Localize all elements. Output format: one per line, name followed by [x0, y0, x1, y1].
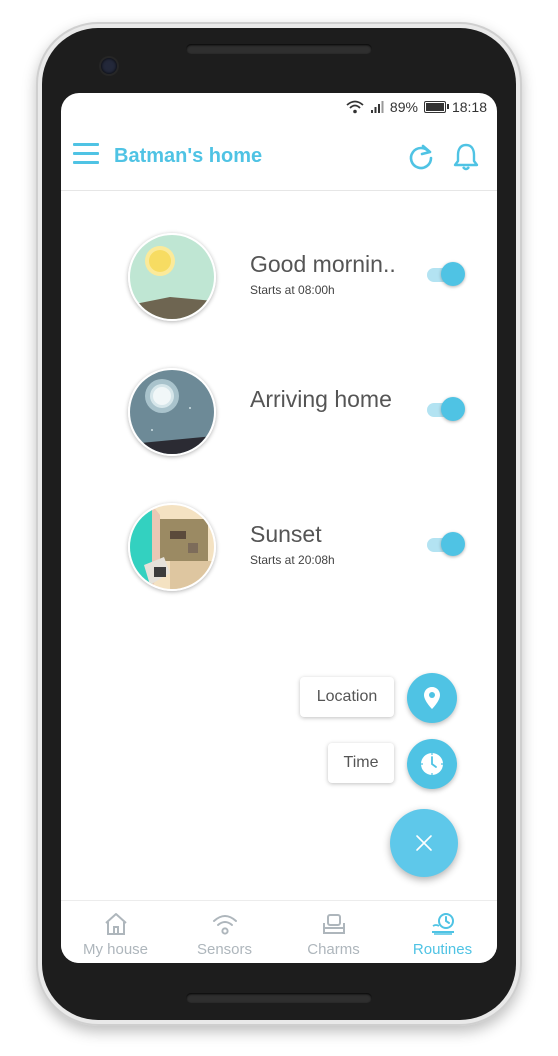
battery-icon — [423, 101, 449, 113]
routine-start-time: Starts at 08:00h — [250, 283, 335, 297]
routine-toggle[interactable] — [427, 531, 467, 557]
location-fab-button[interactable] — [407, 673, 457, 723]
living-room-sunset-thumbnail — [128, 503, 216, 591]
app-screen: 89% 18:18 Batman's home Good mornin.. St… — [61, 93, 497, 963]
earpiece-speaker — [186, 44, 372, 54]
sunny-morning-thumbnail — [128, 233, 216, 321]
routine-item-arriving-home[interactable]: Arriving home — [61, 368, 497, 458]
signal-strength-icon — [370, 101, 384, 113]
nav-label: Sensors — [196, 941, 253, 958]
clock-icon — [421, 753, 443, 775]
close-icon — [416, 835, 432, 851]
refresh-icon[interactable] — [407, 143, 435, 171]
routine-name: Sunset — [250, 521, 322, 547]
nav-item-charms[interactable]: Charms — [279, 901, 388, 963]
nav-item-routines[interactable]: Routines — [388, 901, 497, 963]
notifications-bell-icon[interactable] — [453, 142, 479, 172]
routine-item-sunset[interactable]: Sunset Starts at 20:08h — [61, 503, 497, 593]
nav-item-my-house[interactable]: My house — [61, 901, 170, 963]
wifi-icon — [213, 915, 237, 935]
sofa-icon — [323, 914, 345, 934]
routine-name: Arriving home — [250, 386, 392, 412]
close-fab-menu-button[interactable] — [390, 809, 458, 877]
bottom-navigation: My house Sensors Charms Routines — [61, 900, 497, 963]
night-moon-thumbnail — [128, 368, 216, 456]
routine-toggle[interactable] — [427, 261, 467, 287]
house-icon — [105, 913, 127, 935]
app-bar: Batman's home — [61, 123, 497, 191]
location-option-label[interactable]: Location — [300, 677, 394, 717]
nav-label: Routines — [412, 941, 473, 958]
nav-label: My house — [82, 941, 149, 958]
hamburger-menu-icon[interactable] — [73, 143, 99, 165]
routine-item-good-morning[interactable]: Good mornin.. Starts at 08:00h — [61, 233, 497, 323]
status-bar: 89% 18:18 — [61, 93, 497, 123]
time-option-label[interactable]: Time — [328, 743, 394, 783]
routine-name: Good mornin.. — [250, 251, 396, 277]
nav-label: Charms — [307, 941, 360, 958]
routine-clock-icon — [432, 913, 454, 935]
bottom-speaker — [186, 993, 372, 1003]
routine-start-time: Starts at 20:08h — [250, 553, 335, 567]
status-time: 18:18 — [451, 99, 487, 115]
page-title: Batman's home — [114, 145, 263, 167]
location-pin-icon — [424, 687, 440, 709]
wifi-status-icon — [346, 100, 364, 114]
front-camera — [101, 58, 117, 74]
routine-toggle[interactable] — [427, 396, 467, 422]
battery-percent: 89% — [389, 99, 418, 115]
nav-item-sensors[interactable]: Sensors — [170, 901, 279, 963]
time-fab-button[interactable] — [407, 739, 457, 789]
